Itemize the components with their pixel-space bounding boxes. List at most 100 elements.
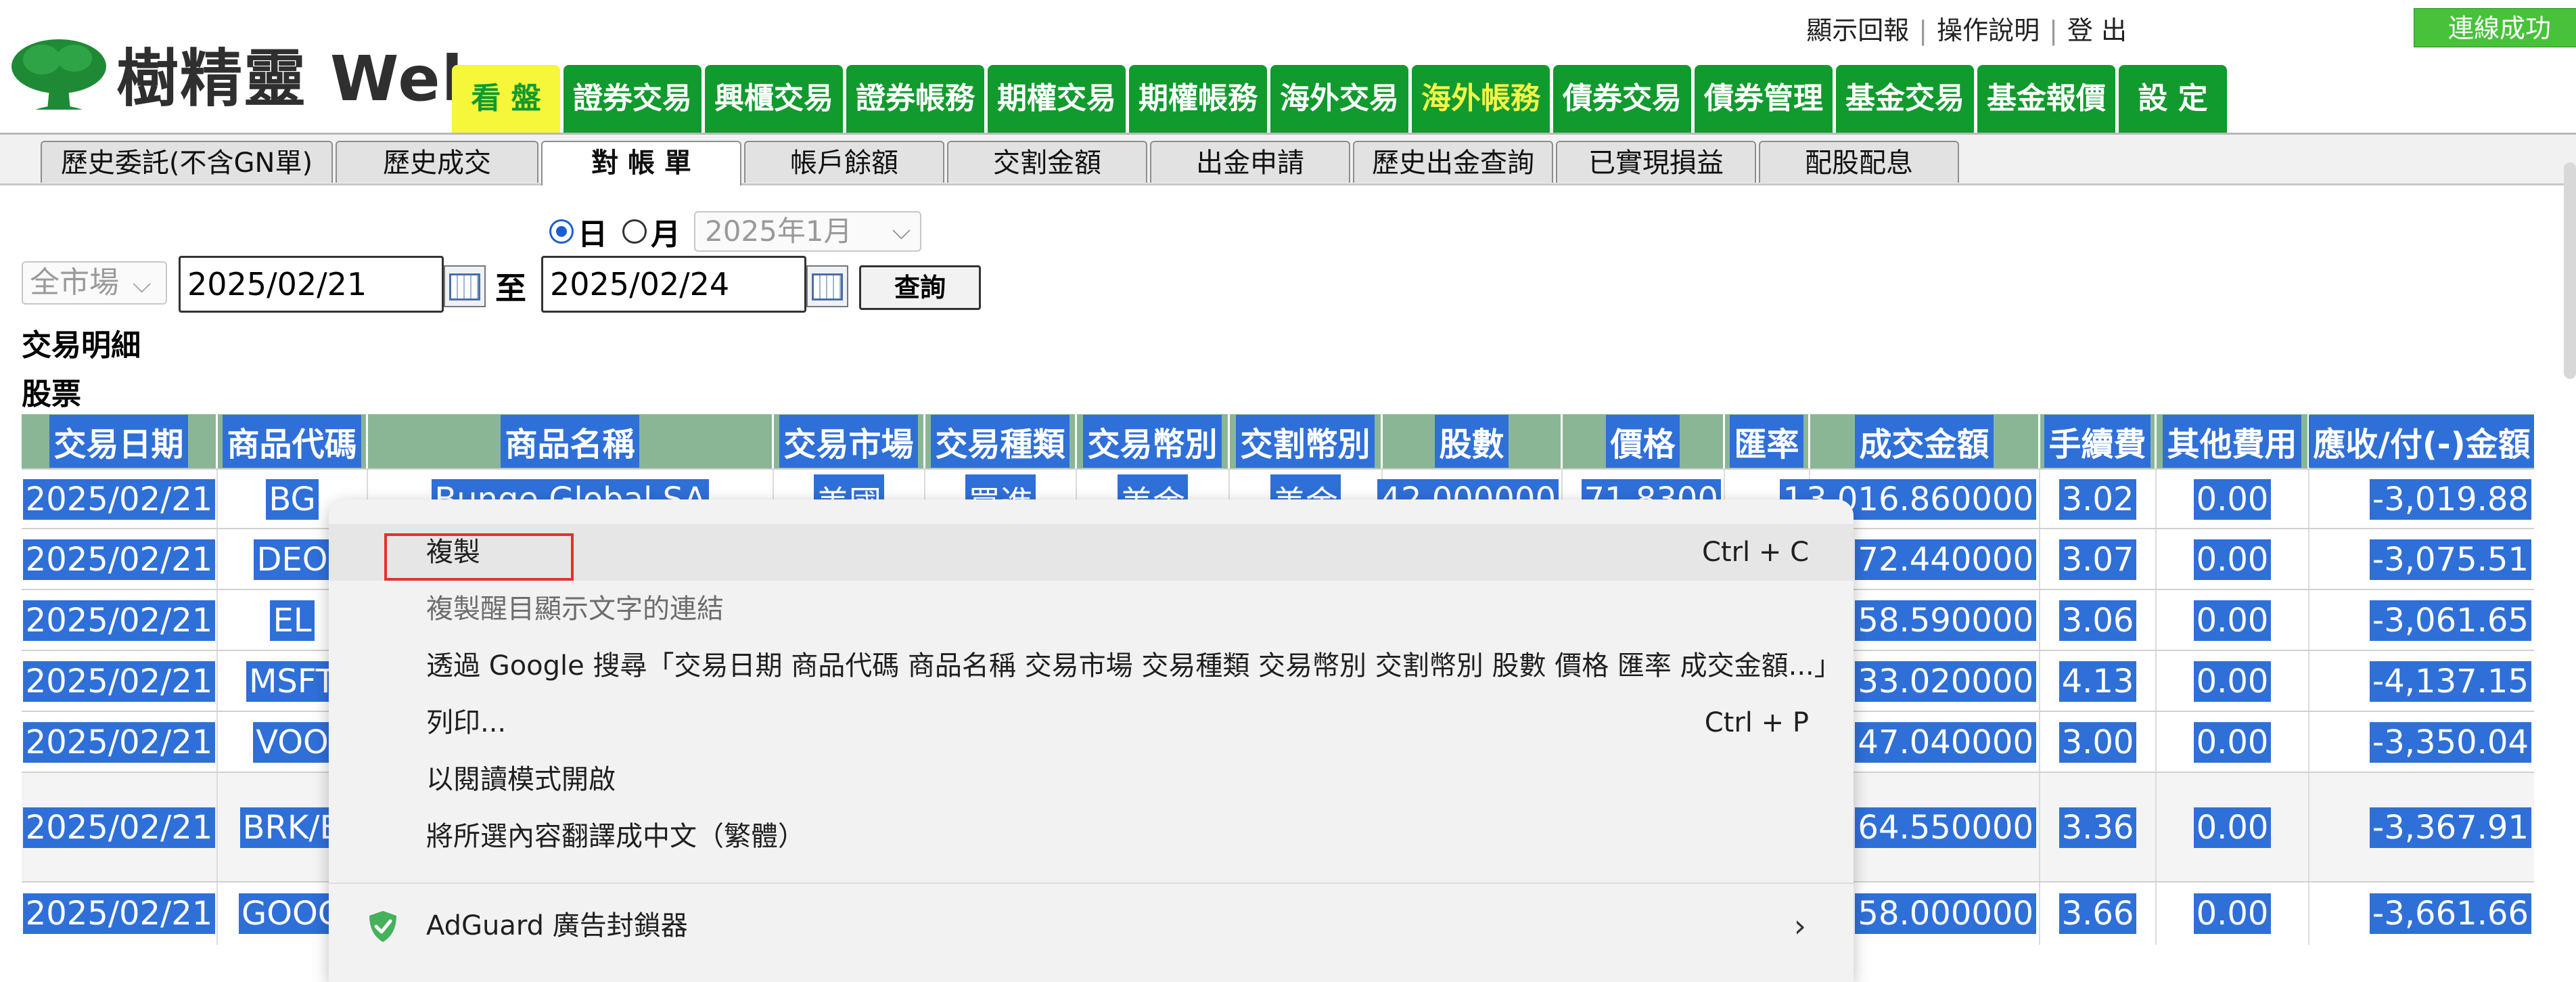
vertical-scrollbar[interactable] <box>2564 162 2576 379</box>
col-header-type: 交易種類 <box>925 414 1077 468</box>
chevron-down-icon: ⌵ <box>892 217 911 245</box>
cell-fee: 3.36 <box>2040 773 2157 883</box>
subtab-withdrawal-request[interactable]: 出金申請 <box>1150 141 1350 183</box>
cell-other: 0.00 <box>2157 651 2309 712</box>
menu-item-print[interactable]: 列印... Ctrl + P <box>329 694 1854 751</box>
calendar-icon[interactable] <box>444 265 486 307</box>
nav-tab-bond-management[interactable]: 債券管理 <box>1695 65 1833 133</box>
radio-month[interactable] <box>622 219 647 244</box>
subtab-fill-history[interactable]: 歷史成交 <box>336 141 538 183</box>
col-header-shares: 股數 <box>1383 414 1563 468</box>
nav-tab-fund-trading[interactable]: 基金交易 <box>1836 65 1974 133</box>
cell-net: -3,019.88 <box>2309 470 2534 529</box>
col-header-market: 交易市場 <box>774 414 925 468</box>
query-button[interactable]: 查詢 <box>859 265 981 310</box>
cell-fee: 3.07 <box>2040 529 2157 590</box>
cell-date: 2025/02/21 <box>22 651 218 712</box>
cell-net: -3,061.65 <box>2309 590 2534 651</box>
cell-fee: 3.02 <box>2040 470 2157 529</box>
menu-item-reading-mode[interactable]: 以閱讀模式開啟 <box>329 751 1854 808</box>
nav-tab-overseas-trading[interactable]: 海外交易 <box>1270 65 1408 133</box>
copy-highlight-box <box>384 533 574 581</box>
market-select-value: 全市場 <box>30 265 119 300</box>
col-header-date: 交易日期 <box>22 414 218 468</box>
period-selector: 日 月 2025年1月 ⌵ <box>549 210 921 253</box>
radio-day-label: 日 <box>578 217 607 252</box>
menu-item-label: 透過 Google 搜尋「交易日期 商品代碼 商品名稱 交易市場 交易種類 交易… <box>426 650 1841 682</box>
section-subtitle: 股票 <box>22 377 81 411</box>
nav-tab-overseas-account[interactable]: 海外帳務 <box>1412 65 1550 133</box>
subtab-withdrawal-history[interactable]: 歷史出金查詢 <box>1353 141 1553 183</box>
cell-date: 2025/02/21 <box>22 883 218 945</box>
table-header-row: 交易日期 商品代碼 商品名稱 交易市場 交易種類 交易幣別 交割幣別 股數 價格… <box>22 414 2534 468</box>
col-header-net: 應收/付(-)金額 <box>2309 414 2534 468</box>
link-divider: | <box>1918 16 1928 45</box>
market-select[interactable]: 全市場 ⌵ <box>22 261 167 305</box>
to-label: 至 <box>495 270 526 307</box>
main-nav: 看 盤 證券交易 興櫃交易 證券帳務 期權交易 期權帳務 海外交易 海外帳務 債… <box>452 65 2230 133</box>
cell-net: -3,075.51 <box>2309 529 2534 590</box>
nav-tab-securities-account[interactable]: 證券帳務 <box>846 65 984 133</box>
menu-item-label: 複製醒目顯示文字的連結 <box>426 594 724 625</box>
cell-net: -3,350.04 <box>2309 712 2534 773</box>
subtab-order-history[interactable]: 歷史委託(不含GN單) <box>41 141 333 183</box>
col-header-rate: 匯率 <box>1725 414 1810 468</box>
link-divider: | <box>2049 16 2058 45</box>
nav-tab-settings[interactable]: 設 定 <box>2119 65 2227 133</box>
logout-link[interactable]: 登 出 <box>2067 16 2127 45</box>
month-select[interactable]: 2025年1月 ⌵ <box>694 211 921 252</box>
cell-date: 2025/02/21 <box>22 590 218 651</box>
cell-fee: 3.66 <box>2040 883 2157 945</box>
subtab-realized-pnl[interactable]: 已實現損益 <box>1556 141 1756 183</box>
menu-item-adguard[interactable]: AdGuard 廣告封鎖器 › <box>329 897 1854 954</box>
nav-tab-securities-trading[interactable]: 證券交易 <box>564 65 702 133</box>
radio-day[interactable] <box>549 219 574 244</box>
show-report-link[interactable]: 顯示回報 <box>1806 16 1909 45</box>
cell-date: 2025/02/21 <box>22 712 218 773</box>
menu-item-label: 列印... <box>426 707 507 738</box>
date-to-input[interactable]: 2025/02/24 <box>541 256 806 313</box>
sub-tabs: 歷史委託(不含GN單) 歷史成交 對 帳 單 帳戶餘額 交割金額 出金申請 歷史… <box>41 141 1962 185</box>
subtab-settlement-amount[interactable]: 交割金額 <box>947 141 1147 183</box>
menu-item-search-google[interactable]: 透過 Google 搜尋「交易日期 商品代碼 商品名稱 交易市場 交易種類 交易… <box>329 638 1854 694</box>
cell-fee: 3.06 <box>2040 590 2157 651</box>
chevron-right-icon: › <box>1793 908 1806 944</box>
col-header-settle-ccy: 交割幣別 <box>1230 414 1383 468</box>
nav-tab-fund-quotes[interactable]: 基金報價 <box>1977 65 2115 133</box>
menu-item-translate[interactable]: 將所選內容翻譯成中文（繁體） <box>329 808 1854 865</box>
context-menu: 複製 Ctrl + C 複製醒目顯示文字的連結 透過 Google 搜尋「交易日… <box>329 499 1854 982</box>
nav-tab-watchlist[interactable]: 看 盤 <box>452 65 560 133</box>
cell-other: 0.00 <box>2157 590 2309 651</box>
top-links: 顯示回報 | 操作說明 | 登 出 <box>1803 9 2130 47</box>
cell-net: -3,367.91 <box>2309 773 2534 883</box>
app-header: 樹精靈 Web 顯示回報 | 操作說明 | 登 出 連線成功 看 盤 證券交易 興櫃交易… <box>0 0 2576 135</box>
month-select-value: 2025年1月 <box>705 215 852 248</box>
connection-status-button[interactable]: 連線成功 <box>2414 8 2576 47</box>
menu-item-shortcut: Ctrl + P <box>1704 707 1809 738</box>
col-header-fee: 手續費 <box>2040 414 2157 468</box>
subtab-statement[interactable]: 對 帳 單 <box>541 141 741 185</box>
col-header-amount: 成交金額 <box>1810 414 2040 468</box>
menu-item-copy-link-to-highlight[interactable]: 複製醒目顯示文字的連結 <box>329 581 1854 638</box>
help-link[interactable]: 操作說明 <box>1937 16 2040 45</box>
cell-other: 0.00 <box>2157 470 2309 529</box>
cell-other: 0.00 <box>2157 773 2309 883</box>
cell-other: 0.00 <box>2157 712 2309 773</box>
nav-tab-options-account[interactable]: 期權帳務 <box>1129 65 1267 133</box>
menu-divider <box>329 883 1854 884</box>
menu-item-label: 將所選內容翻譯成中文（繁體） <box>426 821 805 852</box>
chevron-down-icon: ⌵ <box>133 271 152 298</box>
subtab-dividends[interactable]: 配股配息 <box>1759 141 1959 183</box>
subtab-account-balance[interactable]: 帳戶餘額 <box>744 141 944 183</box>
app-title: 樹精靈 Web <box>116 43 488 115</box>
cell-fee: 3.00 <box>2040 712 2157 773</box>
nav-tab-options-trading[interactable]: 期權交易 <box>988 65 1126 133</box>
nav-tab-emerging-trading[interactable]: 興櫃交易 <box>705 65 843 133</box>
nav-tab-bond-trading[interactable]: 債券交易 <box>1553 65 1691 133</box>
cell-net: -3,661.66 <box>2309 883 2534 945</box>
col-header-name: 商品名稱 <box>368 414 774 468</box>
section-title: 交易明細 <box>22 328 141 363</box>
cell-fee: 4.13 <box>2040 651 2157 712</box>
date-from-input[interactable]: 2025/02/21 <box>179 256 444 313</box>
calendar-icon[interactable] <box>806 265 848 307</box>
